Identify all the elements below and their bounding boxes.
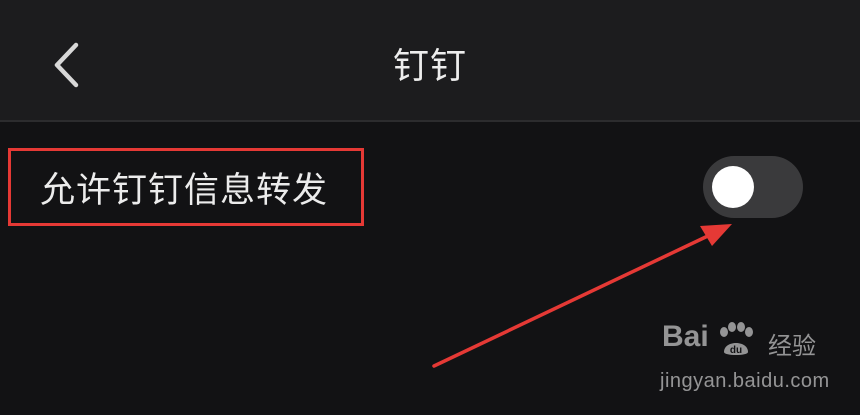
watermark-brand: Bai: [662, 320, 709, 353]
watermark: Bai du 经验 jingyan.baidu.com: [640, 318, 840, 398]
watermark-tag: 经验: [768, 332, 816, 360]
svg-text:du: du: [730, 345, 742, 356]
paw-icon: du: [720, 322, 753, 356]
watermark-url: jingyan.baidu.com: [660, 370, 830, 392]
